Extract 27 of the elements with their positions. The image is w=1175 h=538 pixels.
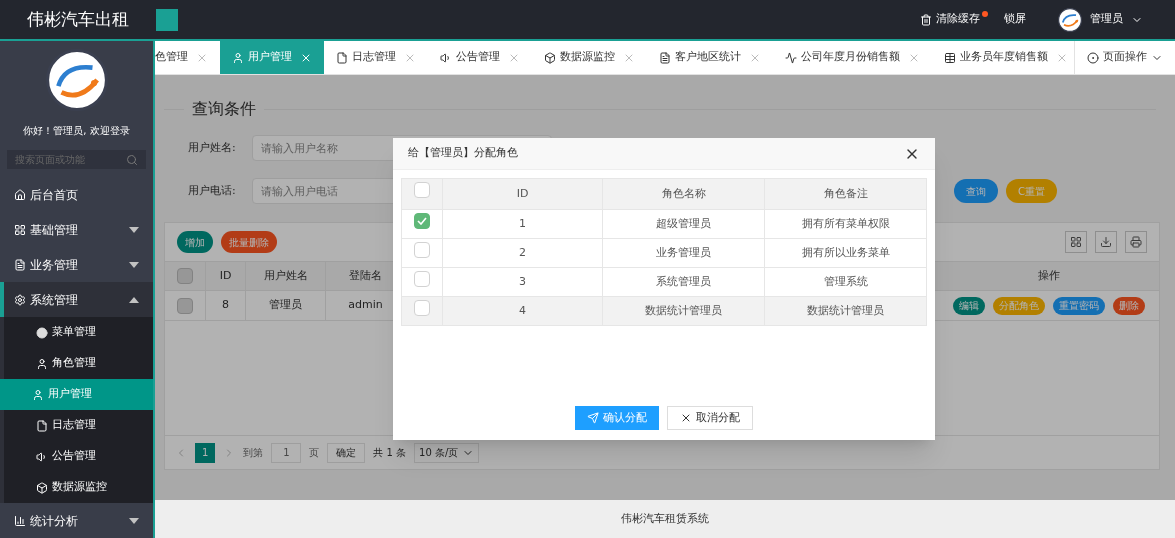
table-cell: 数据统计管理员	[764, 297, 926, 325]
total-count: 共 1 条	[373, 446, 407, 460]
field-label: 用户电话:	[188, 182, 237, 199]
section-title: 查询条件	[192, 98, 256, 120]
goto-label: 到第	[243, 446, 264, 460]
table-cell: 4	[442, 297, 602, 325]
footer-text: 伟彬汽车租赁系统	[621, 510, 709, 527]
column-header: 角色备注	[764, 179, 926, 209]
table-cell: 管理员	[245, 291, 325, 320]
dialog-title: 给【管理员】分配角色	[408, 145, 518, 162]
column-header: 操作	[1037, 267, 1061, 284]
app-title: 伟彬汽车出租	[25, 7, 130, 31]
page-label: 页	[309, 446, 320, 460]
table-cell: 业务管理员	[602, 239, 764, 267]
table-cell: 拥有所有菜单权限	[764, 210, 926, 238]
table-cell: 8	[205, 291, 245, 320]
table-cell: 超级管理员	[602, 210, 764, 238]
column-header: ID	[205, 262, 245, 290]
column-header: 用户姓名	[245, 262, 325, 290]
table-cell: 1	[442, 210, 602, 238]
column-header: 角色名称	[602, 179, 764, 209]
column-header: ID	[442, 179, 602, 209]
table-cell: 数据统计管理员	[602, 297, 764, 325]
field-label: 用户姓名:	[188, 139, 237, 156]
table-cell: 2	[442, 239, 602, 267]
table-cell: 拥有所以业务菜单	[764, 239, 926, 267]
welcome-text: 你好！管理员, 欢迎登录	[22, 124, 131, 138]
